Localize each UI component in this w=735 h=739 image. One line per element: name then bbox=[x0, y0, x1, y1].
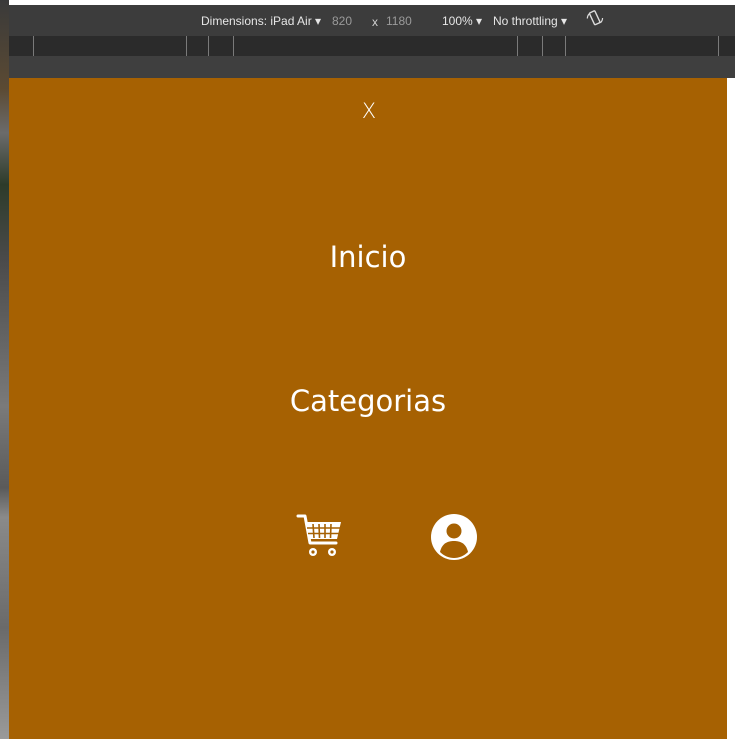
ruler-tick bbox=[233, 36, 234, 56]
zoom-dropdown[interactable]: 100% ▾ bbox=[442, 14, 482, 28]
ruler-tick bbox=[208, 36, 209, 56]
device-dimensions-dropdown[interactable]: Dimensions: iPad Air ▾ bbox=[201, 14, 321, 28]
page-right-edge bbox=[727, 78, 735, 739]
device-width-input[interactable]: 820 bbox=[332, 14, 352, 28]
rotate-icon[interactable] bbox=[583, 6, 609, 34]
device-height-input[interactable]: 1180 bbox=[386, 14, 412, 28]
devtools-device-toolbar: Dimensions: iPad Air ▾ 820 x 1180 100% ▾… bbox=[9, 5, 735, 36]
ruler-tick bbox=[33, 36, 34, 56]
nav-link-inicio[interactable]: Inicio bbox=[9, 240, 727, 274]
close-menu-button[interactable]: X bbox=[359, 97, 379, 125]
user-account-button[interactable] bbox=[430, 512, 478, 562]
device-frame-band bbox=[9, 56, 735, 78]
ruler-tick bbox=[186, 36, 187, 56]
user-icon bbox=[431, 514, 477, 560]
mobile-menu-overlay: X Inicio Categorias bbox=[9, 78, 727, 739]
nav-link-categorias[interactable]: Categorias bbox=[9, 384, 727, 418]
media-query-ruler bbox=[9, 36, 735, 56]
dimension-separator: x bbox=[372, 15, 378, 29]
cart-button[interactable] bbox=[296, 512, 344, 562]
cart-icon bbox=[296, 514, 341, 556]
ruler-tick bbox=[718, 36, 719, 56]
background-page-strip bbox=[0, 0, 9, 739]
ruler-tick bbox=[565, 36, 566, 56]
ruler-tick bbox=[542, 36, 543, 56]
ruler-tick bbox=[517, 36, 518, 56]
throttling-dropdown[interactable]: No throttling ▾ bbox=[493, 14, 567, 28]
